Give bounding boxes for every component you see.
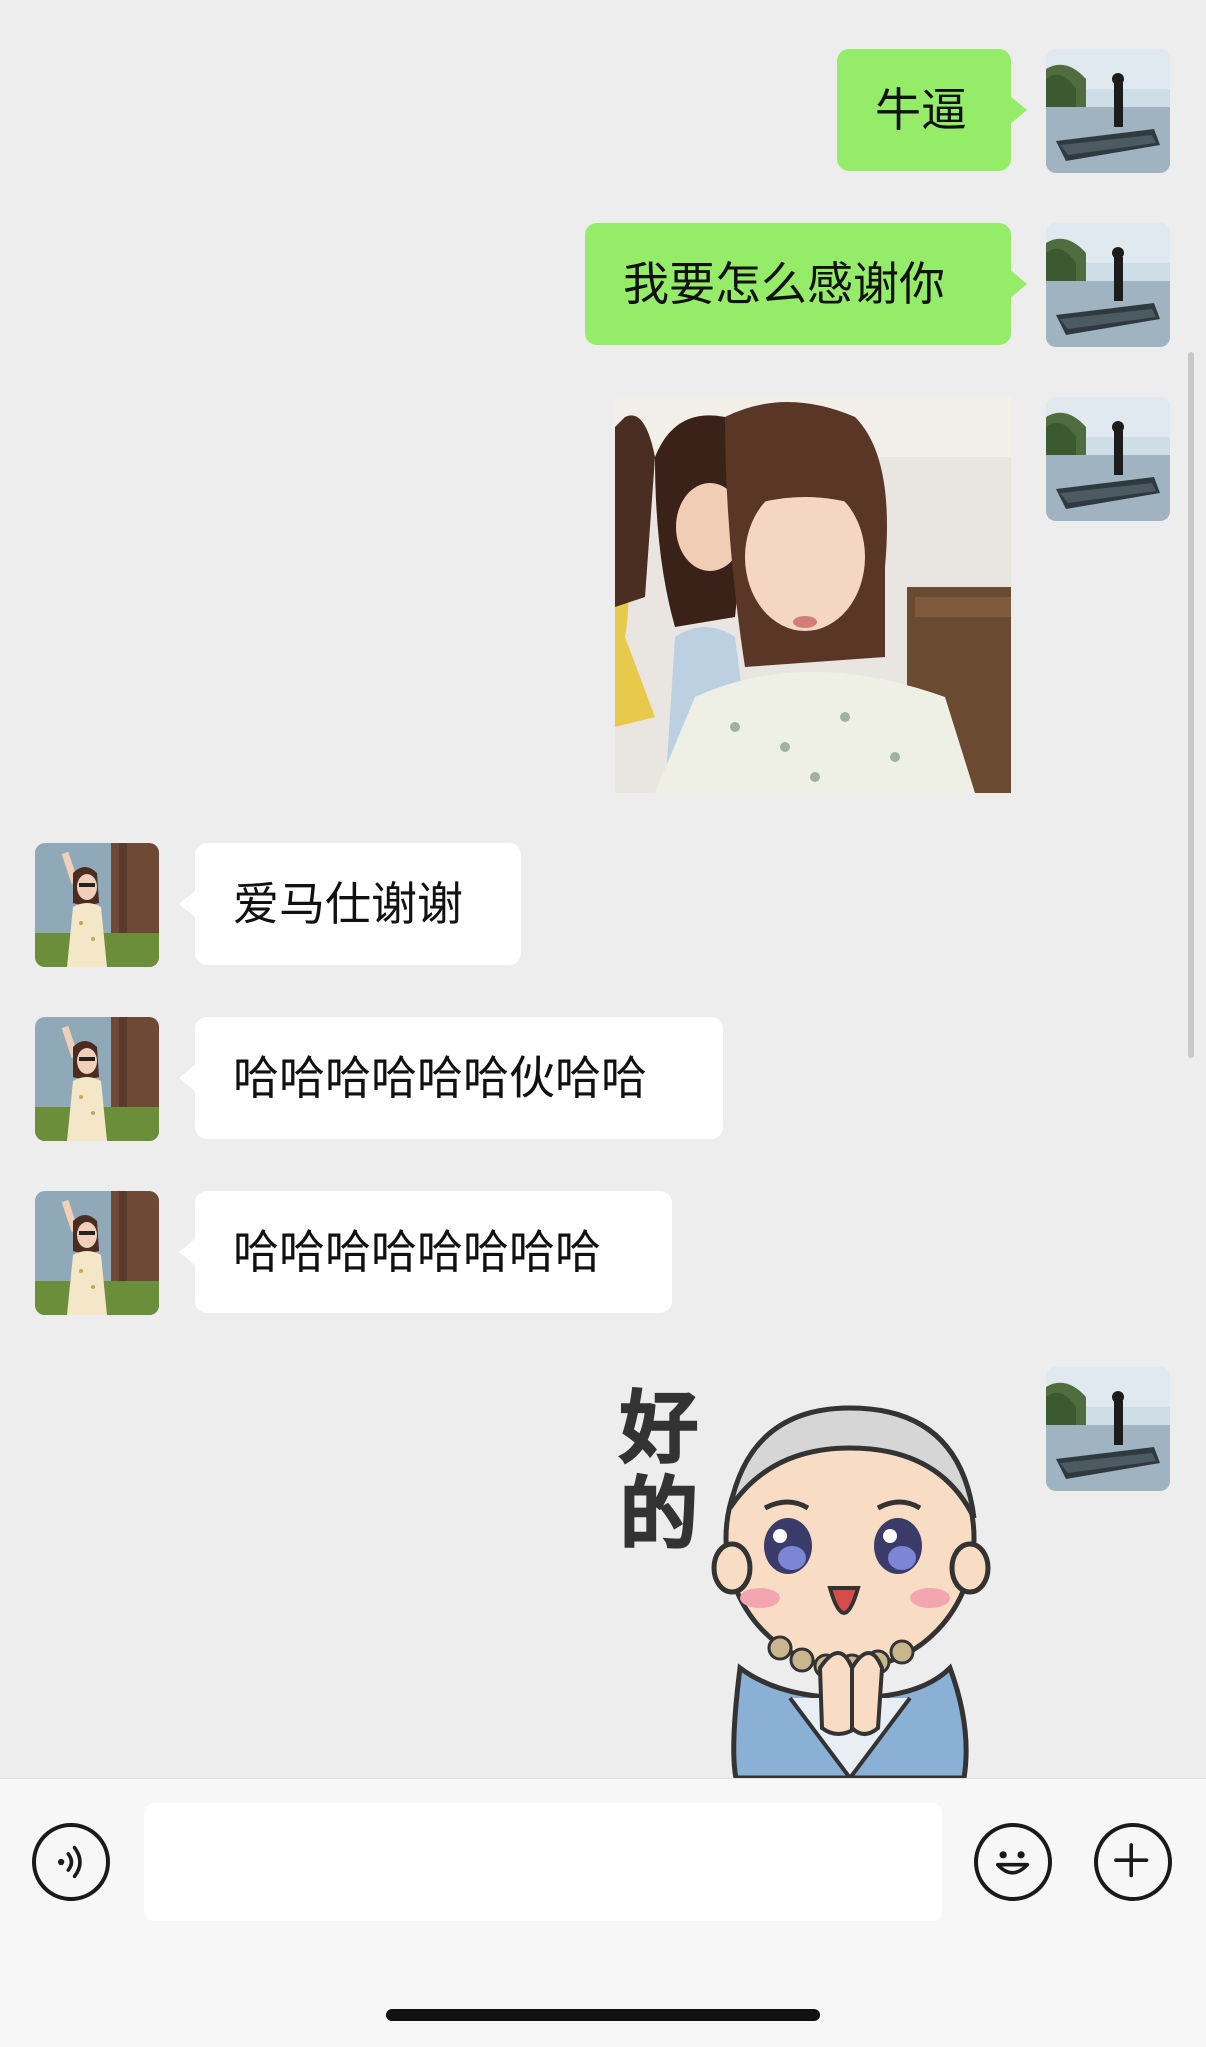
message-bubble-received[interactable]: 爱马仕谢谢 — [179, 843, 521, 965]
boat-avatar-image — [1046, 223, 1170, 347]
woman-avatar-image — [35, 1017, 159, 1141]
contact-avatar[interactable] — [35, 1017, 159, 1141]
boat-avatar-image — [1046, 1367, 1170, 1491]
monk-sticker-image — [711, 1405, 991, 1778]
chat-area[interactable]: 牛逼 我要怎么感谢你 爱马仕谢谢 哈哈哈哈哈哈伙哈哈 哈哈哈哈哈哈哈哈 好的 — [0, 0, 1206, 1778]
emoji-button[interactable] — [974, 1823, 1052, 1901]
sticker-message[interactable]: 好的 — [619, 1368, 1010, 1778]
photo-image — [615, 397, 1011, 793]
message-bubble-sent[interactable]: 牛逼 — [837, 49, 1027, 171]
emoji-icon — [995, 1851, 1030, 1875]
message-text: 爱马仕谢谢 — [233, 877, 463, 931]
message-text: 我要怎么感谢你 — [623, 257, 945, 311]
home-indicator — [386, 2009, 820, 2021]
message-bubble-received[interactable]: 哈哈哈哈哈哈伙哈哈 — [179, 1017, 723, 1139]
message-text: 哈哈哈哈哈哈伙哈哈 — [233, 1051, 647, 1105]
message-text: 哈哈哈哈哈哈哈哈 — [233, 1225, 601, 1279]
input-bar — [0, 1778, 1206, 2047]
message-bubble-received[interactable]: 哈哈哈哈哈哈哈哈 — [179, 1191, 672, 1313]
message-text: 牛逼 — [875, 83, 967, 137]
message-bubble-sent[interactable]: 我要怎么感谢你 — [585, 223, 1027, 345]
boat-avatar-image — [1046, 397, 1170, 521]
my-avatar[interactable] — [1046, 397, 1170, 521]
plus-icon — [1114, 1843, 1149, 1878]
woman-avatar-image — [35, 843, 159, 967]
scrollbar[interactable] — [1188, 352, 1194, 1058]
voice-icon — [57, 1845, 82, 1879]
my-avatar[interactable] — [1046, 49, 1170, 173]
contact-avatar[interactable] — [35, 843, 159, 967]
contact-avatar[interactable] — [35, 1191, 159, 1315]
plus-button[interactable] — [1094, 1823, 1172, 1901]
message-input[interactable] — [144, 1803, 942, 1921]
woman-avatar-image — [35, 1191, 159, 1315]
my-avatar[interactable] — [1046, 1367, 1170, 1491]
voice-button[interactable] — [32, 1823, 110, 1901]
boat-avatar-image — [1046, 49, 1170, 173]
my-avatar[interactable] — [1046, 223, 1170, 347]
image-message[interactable] — [615, 397, 1011, 793]
